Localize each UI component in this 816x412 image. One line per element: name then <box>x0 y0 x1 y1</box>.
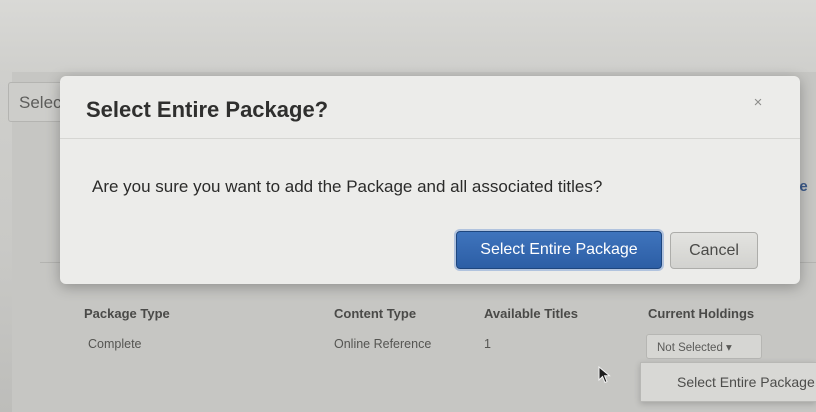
cell-available-titles: 1 <box>484 337 491 351</box>
close-icon[interactable]: × <box>748 93 768 113</box>
dialog-message: Are you sure you want to add the Package… <box>92 177 603 196</box>
dropdown-option-select-entire-package[interactable]: Select Entire Package <box>640 362 816 402</box>
cancel-button[interactable]: Cancel <box>670 232 758 269</box>
confirm-dialog: Select Entire Package? × Are you sure yo… <box>60 76 800 284</box>
column-header-content-type: Content Type <box>334 306 417 321</box>
column-header-available-titles: Available Titles <box>484 306 578 321</box>
cell-package-type: Complete <box>88 337 142 351</box>
column-header-package-type: Package Type <box>84 306 170 321</box>
select-entire-package-button[interactable]: Select Entire Package <box>456 231 662 269</box>
mouse-pointer-icon <box>598 366 611 384</box>
cell-content-type: Online Reference <box>334 337 432 351</box>
dialog-header-divider <box>60 138 800 139</box>
column-header-current-holdings: Current Holdings <box>648 306 755 321</box>
dialog-title: Select Entire Package? <box>86 97 329 122</box>
current-holdings-dropdown[interactable]: Not Selected ▾ <box>646 334 762 359</box>
